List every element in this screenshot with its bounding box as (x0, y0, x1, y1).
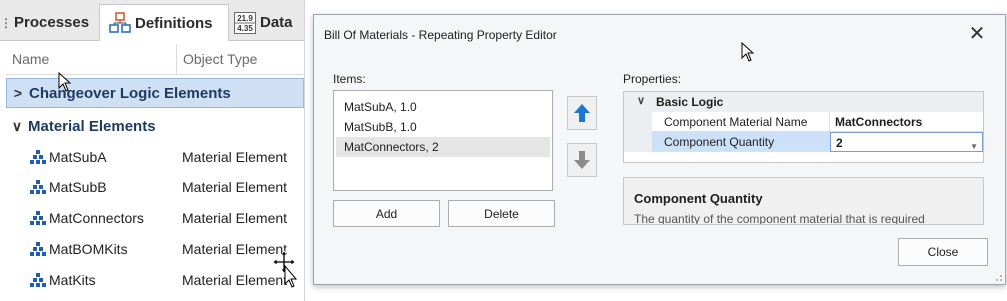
item-name: MatSubB (49, 179, 107, 195)
grip-icon: ⋮ (0, 15, 12, 30)
properties-label: Properties: (623, 72, 682, 86)
property-row[interactable]: Component Quantity 2 ▼ (624, 132, 983, 152)
item-name: MatConnectors (49, 210, 144, 226)
chevron-right-icon[interactable]: > (7, 85, 29, 101)
list-item[interactable]: MatSubA, 1.0 (336, 97, 550, 117)
property-row[interactable]: Component Material Name MatConnectors (624, 112, 983, 132)
material-element-icon (30, 273, 46, 287)
definitions-icon (109, 12, 131, 33)
property-description: Component Quantity The quantity of the c… (623, 177, 984, 225)
tree-item[interactable]: MatKits Material Element (6, 265, 304, 295)
column-name[interactable]: Name (12, 51, 49, 67)
description-text: The quantity of the component material t… (634, 212, 925, 225)
arrow-up-icon (574, 104, 590, 122)
chevron-down-icon[interactable]: ∨ (6, 118, 28, 135)
tree-item[interactable]: MatSubA Material Element (6, 142, 304, 172)
move-down-button[interactable] (567, 143, 597, 177)
delete-button[interactable]: Delete (448, 200, 555, 227)
item-name: MatKits (49, 272, 96, 288)
group-label: Material Elements (28, 117, 156, 135)
move-cursor-icon (272, 250, 298, 288)
add-button[interactable]: Add (333, 200, 440, 227)
items-list[interactable]: MatSubA, 1.0 MatSubB, 1.0 MatConnectors,… (333, 90, 553, 191)
tree-item[interactable]: MatSubB Material Element (6, 172, 304, 202)
tab-bar: ⋮ Processes Definitions 21.9 4.35 Data (0, 0, 304, 41)
column-object-type[interactable]: Object Type (183, 51, 257, 67)
dropdown-arrow-icon[interactable]: ▼ (970, 137, 978, 157)
tab-data[interactable]: 21.9 4.35 Data (234, 6, 304, 39)
description-title: Component Quantity (634, 191, 763, 206)
item-type: Material Element (182, 179, 288, 195)
dialog-title: Bill Of Materials - Repeating Property E… (324, 28, 557, 42)
tab-processes[interactable]: ⋮ Processes (0, 6, 98, 39)
group-material-elements[interactable]: ∨ Material Elements (6, 111, 304, 141)
mouse-cursor-icon (58, 72, 72, 92)
category-basic-logic[interactable]: ∨ Basic Logic (624, 92, 983, 112)
svg-text:21.9: 21.9 (237, 14, 253, 23)
category-label: Basic Logic (656, 95, 724, 109)
tree-item[interactable]: MatBOMKits Material Element (6, 234, 304, 264)
material-element-icon (30, 211, 46, 225)
item-name: MatSubA (49, 149, 107, 165)
resize-grip-icon[interactable] (995, 274, 1003, 282)
column-divider[interactable] (176, 44, 177, 74)
svg-text:4.35: 4.35 (237, 24, 253, 33)
close-button[interactable]: Close (898, 238, 988, 266)
explorer-panel: ⋮ Processes Definitions 21.9 4.35 Data N… (0, 0, 305, 301)
property-value-editor[interactable]: 2 ▼ (830, 132, 983, 152)
list-item[interactable]: MatConnectors, 2 (336, 137, 550, 157)
item-type: Material Element (182, 149, 288, 165)
material-element-icon (30, 150, 46, 164)
chevron-down-icon[interactable]: ∨ (637, 94, 645, 107)
property-name: Component Material Name (652, 112, 830, 132)
mouse-cursor-icon (741, 42, 755, 62)
move-up-button[interactable] (567, 96, 597, 130)
property-grid: ∨ Basic Logic Component Material Name Ma… (623, 91, 984, 163)
column-header: Name Object Type (6, 44, 304, 75)
property-name: Component Quantity (652, 132, 830, 152)
data-table-icon: 21.9 4.35 (234, 11, 256, 34)
item-name: MatBOMKits (49, 241, 128, 257)
arrow-down-icon (574, 151, 590, 169)
tree-item[interactable]: MatConnectors Material Element (6, 203, 304, 233)
property-value[interactable]: MatConnectors (830, 112, 983, 132)
item-type: Material Element (182, 210, 288, 226)
repeating-property-editor-dialog: Bill Of Materials - Repeating Property E… (313, 14, 1006, 285)
tab-definitions[interactable]: Definitions (99, 4, 229, 41)
list-item[interactable]: MatSubB, 1.0 (336, 117, 550, 137)
items-label: Items: (333, 72, 366, 86)
group-changeover-logic-elements[interactable]: > Changeover Logic Elements (6, 78, 304, 108)
close-icon[interactable]: ✕ (966, 23, 988, 45)
property-value[interactable]: 2 (836, 136, 843, 150)
material-element-icon (30, 180, 46, 194)
material-element-icon (30, 242, 46, 256)
